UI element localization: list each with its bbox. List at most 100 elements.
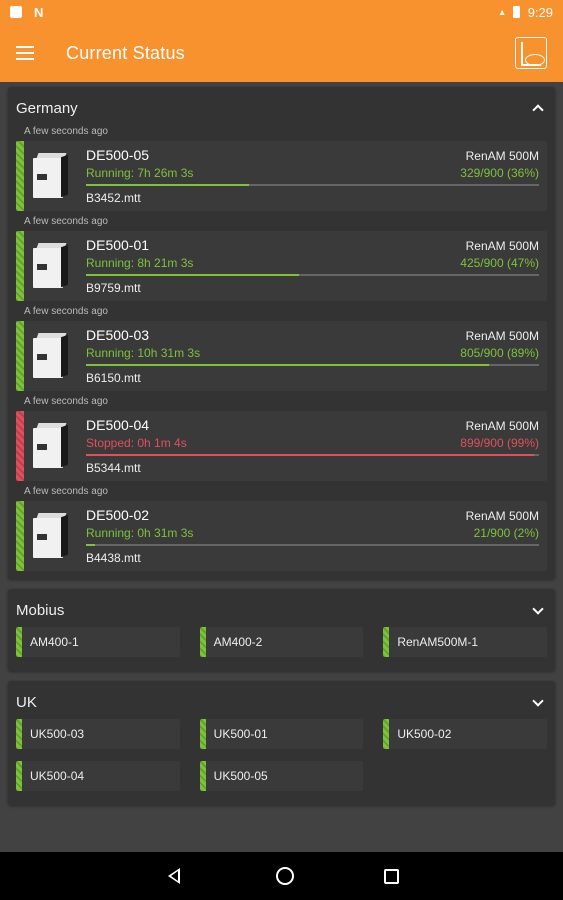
machine-info: DE500-03 RenAM 500M Running: 10h 31m 3s 805…	[80, 321, 547, 391]
status-stripe	[16, 719, 22, 749]
printer-icon	[31, 330, 73, 382]
status-stripe	[383, 627, 390, 657]
status-stripe	[16, 141, 24, 211]
machine-info: DE500-02 RenAM 500M Running: 0h 31m 3s 21/9…	[80, 501, 547, 571]
machine-status: Stopped: 0h 1m 4s	[86, 436, 187, 450]
layer-progress: 805/900 (89%)	[460, 346, 539, 360]
machine-tile-label: AM400-1	[30, 635, 79, 649]
machine-name: DE500-01	[86, 237, 150, 253]
page-title: Current Status	[66, 42, 185, 63]
group-uk: UK UK500-03 UK500-01 UK500-02 UK500-04 UK500-…	[8, 681, 555, 805]
machine-tile[interactable]: UK500-04	[16, 761, 180, 791]
status-time: 9:29	[527, 4, 553, 20]
chevron-down-icon[interactable]	[529, 601, 547, 619]
signal-icon: ▴	[499, 6, 505, 18]
layer-progress: 329/900 (36%)	[460, 166, 539, 180]
chevron-up-icon[interactable]	[529, 99, 547, 117]
build-file: B6150.mtt	[86, 371, 141, 385]
group-germany: Germany A few seconds ago DE500-05 RenAM 50…	[8, 87, 555, 579]
system-nav-bar	[0, 852, 563, 900]
layer-progress: 21/900 (2%)	[473, 526, 539, 540]
group-title: UK	[16, 693, 37, 711]
machine-tile-label: UK500-03	[30, 727, 85, 741]
machine-tile-label: UK500-02	[397, 727, 452, 741]
group-header[interactable]: UK	[16, 689, 547, 715]
group-mobius: Mobius AM400-1 AM400-2 RenAM500M-1	[8, 589, 555, 671]
machine-tile-label: UK500-05	[213, 769, 268, 783]
machine-card[interactable]: DE500-04 RenAM 500M Stopped: 0h 1m 4s 899/9…	[16, 411, 547, 481]
progress-fill	[86, 274, 299, 276]
progress-fill	[86, 544, 96, 546]
back-icon[interactable]	[164, 865, 186, 887]
layer-progress: 425/900 (47%)	[460, 256, 539, 270]
machine-card[interactable]: DE500-05 RenAM 500M Running: 7h 26m 3s 329/…	[16, 141, 547, 211]
machine-tile[interactable]: UK500-01	[199, 719, 364, 749]
progress-bar	[86, 544, 539, 546]
machine-tile[interactable]: UK500-05	[199, 761, 364, 791]
status-stripe	[16, 501, 24, 571]
group-header[interactable]: Mobius	[16, 597, 547, 623]
machine-model: RenAM 500M	[465, 239, 539, 253]
machine-name: DE500-02	[86, 507, 150, 523]
group-title: Mobius	[16, 601, 65, 619]
machine-tile[interactable]: AM400-1	[16, 627, 180, 657]
status-stripe	[383, 719, 390, 749]
machine-name: DE500-03	[86, 327, 150, 343]
last-updated-label: A few seconds ago	[24, 486, 108, 497]
chevron-down-icon[interactable]	[529, 693, 547, 711]
status-stripe	[199, 719, 206, 749]
machine-tile[interactable]: RenAM500M-1	[383, 627, 547, 657]
machine-card[interactable]: DE500-01 RenAM 500M Running: 8h 21m 3s 425/…	[16, 231, 547, 301]
machine-status: Running: 10h 31m 3s	[86, 346, 201, 360]
status-stripe	[16, 231, 24, 301]
machine-tiles: AM400-1 AM400-2 RenAM500M-1	[16, 627, 547, 657]
app-logo-icon[interactable]	[515, 37, 547, 69]
machine-model: RenAM 500M	[465, 149, 539, 163]
build-file: B4438.mtt	[86, 551, 141, 565]
machine-name: DE500-04	[86, 417, 150, 433]
build-file: B3452.mtt	[86, 191, 141, 205]
status-stripe	[16, 627, 22, 657]
machine-tiles: UK500-03 UK500-01 UK500-02 UK500-04 UK500-05	[16, 719, 547, 791]
build-file: B5344.mtt	[86, 461, 141, 475]
machine-info: DE500-01 RenAM 500M Running: 8h 21m 3s 425/…	[80, 231, 547, 301]
machine-tile-label: RenAM500M-1	[397, 635, 479, 649]
hamburger-menu-icon[interactable]	[16, 46, 34, 60]
status-stripe	[199, 627, 206, 657]
machine-tile[interactable]: UK500-03	[16, 719, 180, 749]
last-updated-label: A few seconds ago	[24, 396, 108, 407]
progress-fill	[86, 364, 490, 366]
group-header[interactable]: Germany	[16, 95, 547, 121]
home-icon[interactable]	[276, 867, 294, 885]
app-bar: Current Status	[0, 24, 563, 82]
machine-status: Running: 0h 31m 3s	[86, 526, 194, 540]
machine-card[interactable]: DE500-03 RenAM 500M Running: 10h 31m 3s 805…	[16, 321, 547, 391]
machine-tile[interactable]: UK500-02	[383, 719, 547, 749]
machine-card[interactable]: DE500-02 RenAM 500M Running: 0h 31m 3s 21/9…	[16, 501, 547, 571]
last-updated-label: A few seconds ago	[24, 126, 108, 137]
machine-tile-label: UK500-01	[213, 727, 268, 741]
progress-bar	[86, 184, 539, 186]
machine-model: RenAM 500M	[465, 419, 539, 433]
build-file: B9759.mtt	[86, 281, 141, 295]
progress-bar	[86, 454, 539, 456]
status-bar: N ▴ 9:29	[0, 0, 563, 24]
battery-icon	[512, 6, 520, 18]
printer-icon	[31, 150, 73, 202]
status-list[interactable]: Germany A few seconds ago DE500-05 RenAM 50…	[0, 82, 563, 852]
group-title: Germany	[16, 99, 78, 117]
printer-icon	[31, 420, 73, 472]
status-stripe	[16, 761, 22, 791]
machine-model: RenAM 500M	[465, 329, 539, 343]
recent-apps-icon[interactable]	[384, 868, 399, 884]
last-updated-label: A few seconds ago	[24, 216, 108, 227]
machine-status: Running: 8h 21m 3s	[86, 256, 194, 270]
status-stripe	[16, 411, 24, 481]
machine-tile-label: AM400-2	[213, 635, 263, 649]
machine-tile[interactable]: AM400-2	[199, 627, 364, 657]
machine-info: DE500-05 RenAM 500M Running: 7h 26m 3s 329/…	[80, 141, 547, 211]
layer-progress: 899/900 (99%)	[460, 436, 539, 450]
status-stripe	[16, 321, 24, 391]
machine-model: RenAM 500M	[465, 509, 539, 523]
machine-status: Running: 7h 26m 3s	[86, 166, 194, 180]
